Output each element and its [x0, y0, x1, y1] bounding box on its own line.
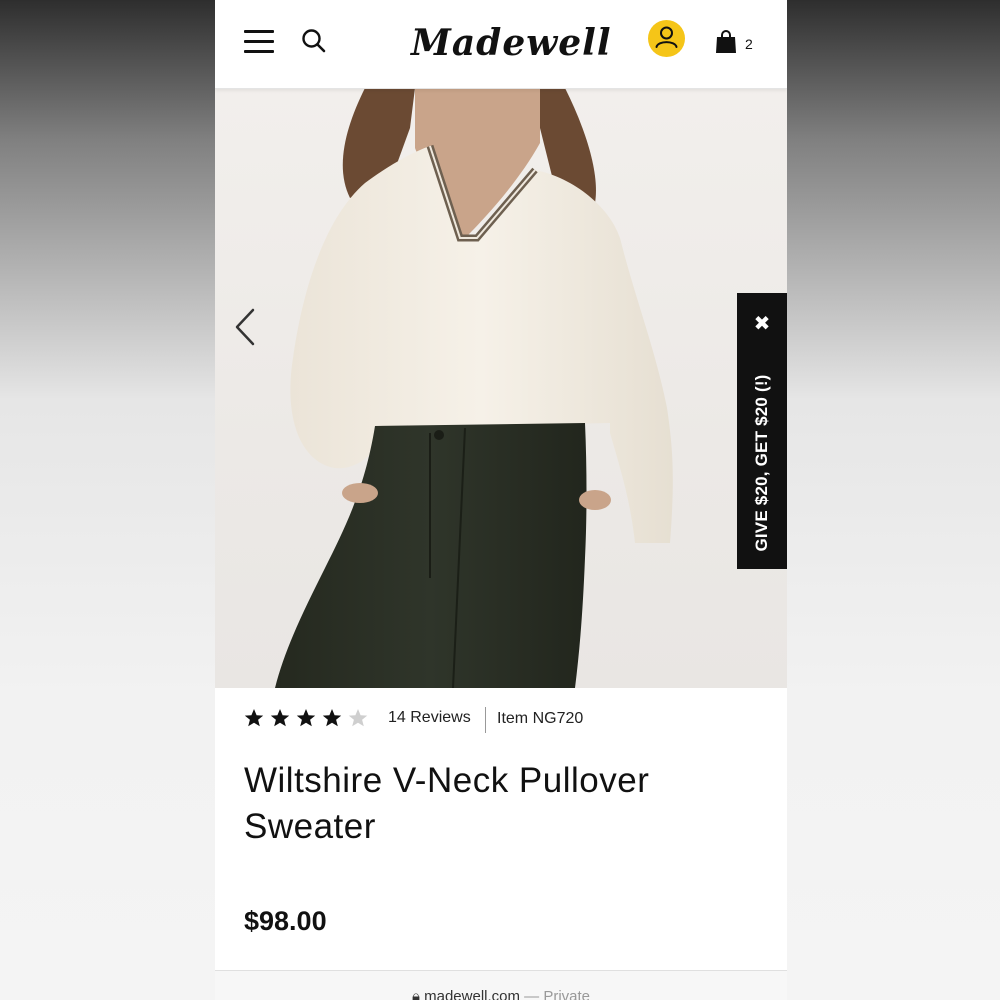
star-filled-icon [244, 709, 264, 727]
search-icon[interactable] [301, 28, 327, 54]
phone-screen: Madewell 2 ✖ GIVE $20, GET $20 (!) 14 Re… [215, 0, 787, 1000]
star-filled-icon [296, 709, 316, 727]
hamburger-menu-icon[interactable] [244, 30, 274, 54]
lock-icon: 🔒︎ [411, 988, 420, 1000]
product-price: $98.00 [244, 906, 327, 936]
browser-url-bar[interactable]: 🔒︎ madewell.com — Private [215, 970, 787, 1000]
promo-label: GIVE $20, GET $20 (!) [752, 374, 771, 552]
shopping-bag-icon[interactable] [715, 30, 737, 54]
product-photo [275, 88, 673, 688]
product-info: 14 Reviews Item NG720 Wiltshire V-Neck P… [215, 688, 787, 970]
product-title: Wiltshire V-Neck Pullover Sweater [244, 761, 650, 846]
url-separator: — [520, 988, 544, 1000]
product-image[interactable]: ✖ GIVE $20, GET $20 (!) [215, 88, 787, 688]
item-number: Item NG720 [497, 710, 584, 727]
referral-promo-tab[interactable]: ✖ GIVE $20, GET $20 (!) [737, 293, 787, 569]
browsing-mode: Private [543, 988, 591, 1000]
background-left [0, 0, 215, 1000]
background-right [787, 0, 1000, 1000]
account-icon[interactable] [648, 20, 685, 57]
bag-count: 2 [745, 36, 753, 52]
site-header: Madewell 2 [215, 0, 787, 89]
divider [485, 707, 486, 733]
promo-close-icon[interactable]: ✖ [737, 311, 787, 335]
brand-logo[interactable]: Madewell [411, 16, 611, 70]
star-filled-icon [270, 709, 290, 727]
star-empty-icon [348, 709, 368, 727]
reviews-link[interactable]: 14 Reviews [388, 709, 471, 727]
url-domain: madewell.com [424, 988, 520, 1000]
url-text: 🔒︎ madewell.com — Private [215, 988, 787, 1000]
star-filled-icon [322, 709, 342, 727]
chevron-left-icon[interactable] [233, 306, 259, 348]
